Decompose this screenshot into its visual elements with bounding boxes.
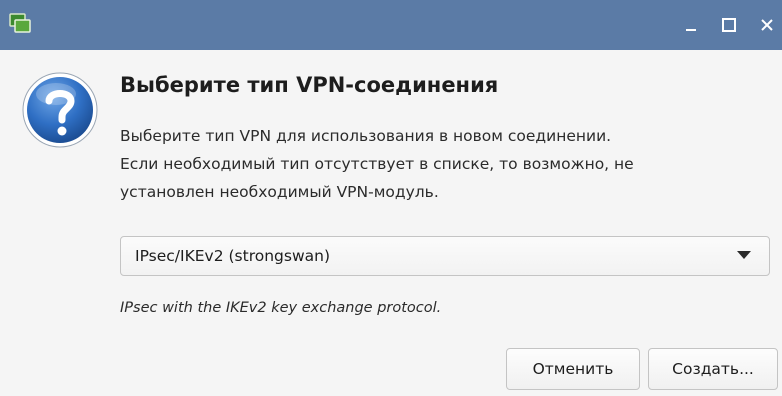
chevron-down-icon	[737, 251, 751, 259]
maximize-icon[interactable]	[718, 14, 740, 36]
vpn-type-selected: IPsec/IKEv2 (strongswan)	[135, 247, 330, 265]
dialog-body: Выберите тип VPN-соединения Выберите тип…	[0, 50, 782, 396]
description-line: Если необходимый тип отсутствует в списк…	[120, 155, 634, 173]
minimize-icon[interactable]	[680, 14, 702, 36]
cancel-button[interactable]: Отменить	[506, 348, 640, 390]
dialog-description: Выберите тип VPN для использования в нов…	[120, 122, 760, 206]
description-line: Выберите тип VPN для использования в нов…	[120, 127, 612, 145]
vpn-type-hint: IPsec with the IKEv2 key exchange protoc…	[120, 300, 442, 316]
dialog-title: Выберите тип VPN-соединения	[120, 73, 499, 97]
app-icon	[9, 13, 31, 33]
close-icon[interactable]	[756, 14, 778, 36]
question-icon	[22, 72, 98, 148]
description-line: установлен необходимый VPN-модуль.	[120, 183, 439, 201]
vpn-type-dropdown[interactable]: IPsec/IKEv2 (strongswan)	[120, 236, 770, 276]
title-bar[interactable]	[0, 0, 782, 50]
vpn-type-dialog: Выберите тип VPN-соединения Выберите тип…	[0, 0, 782, 396]
create-button[interactable]: Создать...	[648, 348, 778, 390]
